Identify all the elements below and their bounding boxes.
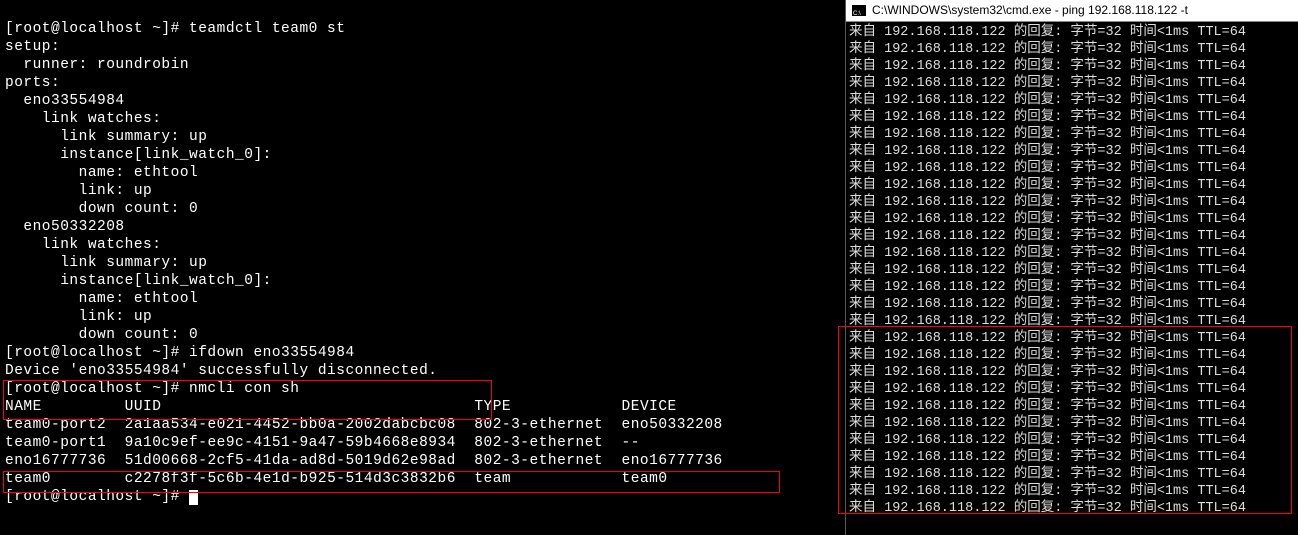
- windows-cmd-window[interactable]: C:\WINDOWS\system32\cmd.exe - ping 192.1…: [845, 0, 1298, 535]
- cell-uuid: 2a1aa534-e021-4452-bb0a-2002dabcbc08: [125, 417, 456, 433]
- cell-type: team: [474, 471, 511, 487]
- ping-reply-line: 来自 192.168.118.122 的回复: 字节=32 时间<1ms TTL…: [846, 41, 1298, 58]
- output-line: Device 'eno33554984' successfully discon…: [5, 363, 437, 379]
- ping-reply-line: 来自 192.168.118.122 的回复: 字节=32 时间<1ms TTL…: [846, 211, 1298, 228]
- table-header: NAME UUID TYPE DEVICE: [5, 399, 677, 415]
- ping-reply-line: 来自 192.168.118.122 的回复: 字节=32 时间<1ms TTL…: [846, 466, 1298, 483]
- cursor-icon: [189, 490, 198, 505]
- col-uuid: UUID: [125, 399, 162, 415]
- ping-reply-line: 来自 192.168.118.122 的回复: 字节=32 时间<1ms TTL…: [846, 24, 1298, 41]
- output-line: name: ethtool: [5, 165, 198, 181]
- ping-reply-line: 来自 192.168.118.122 的回复: 字节=32 时间<1ms TTL…: [846, 92, 1298, 109]
- output-line: eno50332208: [5, 219, 125, 235]
- cell-device: eno16777736: [622, 453, 723, 469]
- output-line: link summary: up: [5, 255, 207, 271]
- ping-reply-line: 来自 192.168.118.122 的回复: 字节=32 时间<1ms TTL…: [846, 398, 1298, 415]
- output-line: name: ethtool: [5, 291, 198, 307]
- cell-device: --: [622, 435, 640, 451]
- output-line: runner: roundrobin: [5, 57, 189, 73]
- output-line: eno33554984: [5, 93, 125, 109]
- cell-type: 802-3-ethernet: [474, 417, 603, 433]
- window-title: C:\WINDOWS\system32\cmd.exe - ping 192.1…: [872, 2, 1188, 19]
- ping-reply-line: 来自 192.168.118.122 的回复: 字节=32 时间<1ms TTL…: [846, 228, 1298, 245]
- output-line: link: up: [5, 309, 152, 325]
- prompt: [root@localhost ~]#: [5, 381, 189, 397]
- ping-reply-line: 来自 192.168.118.122 的回复: 字节=32 时间<1ms TTL…: [846, 330, 1298, 347]
- prompt: [root@localhost ~]#: [5, 21, 189, 37]
- output-line: ports:: [5, 75, 60, 91]
- ping-reply-line: 来自 192.168.118.122 的回复: 字节=32 时间<1ms TTL…: [846, 143, 1298, 160]
- cell-name: team0-port1: [5, 435, 106, 451]
- ping-reply-line: 来自 192.168.118.122 的回复: 字节=32 时间<1ms TTL…: [846, 279, 1298, 296]
- ping-reply-line: 来自 192.168.118.122 的回复: 字节=32 时间<1ms TTL…: [846, 75, 1298, 92]
- ping-reply-line: 来自 192.168.118.122 的回复: 字节=32 时间<1ms TTL…: [846, 432, 1298, 449]
- table-row: team0-port1 9a10c9ef-ee9c-4151-9a47-59b4…: [5, 435, 640, 451]
- prompt: [root@localhost ~]#: [5, 345, 189, 361]
- cell-name: eno16777736: [5, 453, 106, 469]
- ping-reply-line: 来自 192.168.118.122 的回复: 字节=32 时间<1ms TTL…: [846, 483, 1298, 500]
- ping-reply-line: 来自 192.168.118.122 的回复: 字节=32 时间<1ms TTL…: [846, 177, 1298, 194]
- ping-reply-line: 来自 192.168.118.122 的回复: 字节=32 时间<1ms TTL…: [846, 58, 1298, 75]
- col-name: NAME: [5, 399, 42, 415]
- cell-type: 802-3-ethernet: [474, 435, 603, 451]
- ping-reply-line: 来自 192.168.118.122 的回复: 字节=32 时间<1ms TTL…: [846, 296, 1298, 313]
- command: teamdctl team0 st: [189, 21, 345, 37]
- ping-reply-line: 来自 192.168.118.122 的回复: 字节=32 时间<1ms TTL…: [846, 364, 1298, 381]
- col-device: DEVICE: [622, 399, 677, 415]
- ping-reply-line: 来自 192.168.118.122 的回复: 字节=32 时间<1ms TTL…: [846, 160, 1298, 177]
- ping-reply-line: 来自 192.168.118.122 的回复: 字节=32 时间<1ms TTL…: [846, 415, 1298, 432]
- window-titlebar[interactable]: C:\WINDOWS\system32\cmd.exe - ping 192.1…: [846, 0, 1298, 22]
- command: nmcli con sh: [189, 381, 299, 397]
- linux-terminal[interactable]: [root@localhost ~]# teamdctl team0 st se…: [0, 0, 845, 535]
- output-line: setup:: [5, 39, 60, 55]
- output-line: instance[link_watch_0]:: [5, 273, 272, 289]
- ping-output: 来自 192.168.118.122 的回复: 字节=32 时间<1ms TTL…: [846, 22, 1298, 517]
- table-row: team0 c2278f3f-5c6b-4e1d-b925-514d3c3832…: [5, 471, 668, 487]
- cell-uuid: 9a10c9ef-ee9c-4151-9a47-59b4668e8934: [125, 435, 456, 451]
- output-line: down count: 0: [5, 201, 198, 217]
- cell-uuid: c2278f3f-5c6b-4e1d-b925-514d3c3832b6: [125, 471, 456, 487]
- ping-reply-line: 来自 192.168.118.122 的回复: 字节=32 时间<1ms TTL…: [846, 500, 1298, 517]
- cmd-icon: [852, 5, 866, 16]
- ping-reply-line: 来自 192.168.118.122 的回复: 字节=32 时间<1ms TTL…: [846, 449, 1298, 466]
- table-row: eno16777736 51d00668-2cf5-41da-ad8d-5019…: [5, 453, 723, 469]
- cell-name: team0-port2: [5, 417, 106, 433]
- output-line: instance[link_watch_0]:: [5, 147, 272, 163]
- prompt: [root@localhost ~]#: [5, 489, 189, 505]
- ping-reply-line: 来自 192.168.118.122 的回复: 字节=32 时间<1ms TTL…: [846, 126, 1298, 143]
- command: ifdown eno33554984: [189, 345, 355, 361]
- ping-reply-line: 来自 192.168.118.122 的回复: 字节=32 时间<1ms TTL…: [846, 262, 1298, 279]
- ping-reply-line: 来自 192.168.118.122 的回复: 字节=32 时间<1ms TTL…: [846, 194, 1298, 211]
- table-row: team0-port2 2a1aa534-e021-4452-bb0a-2002…: [5, 417, 723, 433]
- ping-reply-line: 来自 192.168.118.122 的回复: 字节=32 时间<1ms TTL…: [846, 109, 1298, 126]
- output-line: link watches:: [5, 237, 161, 253]
- ping-reply-line: 来自 192.168.118.122 的回复: 字节=32 时间<1ms TTL…: [846, 245, 1298, 262]
- cell-uuid: 51d00668-2cf5-41da-ad8d-5019d62e98ad: [125, 453, 456, 469]
- output-line: link: up: [5, 183, 152, 199]
- ping-reply-line: 来自 192.168.118.122 的回复: 字节=32 时间<1ms TTL…: [846, 347, 1298, 364]
- cell-device: eno50332208: [622, 417, 723, 433]
- output-line: down count: 0: [5, 327, 198, 343]
- col-type: TYPE: [474, 399, 511, 415]
- cell-type: 802-3-ethernet: [474, 453, 603, 469]
- ping-reply-line: 来自 192.168.118.122 的回复: 字节=32 时间<1ms TTL…: [846, 313, 1298, 330]
- output-line: link watches:: [5, 111, 161, 127]
- cell-device: team0: [622, 471, 668, 487]
- output-line: link summary: up: [5, 129, 207, 145]
- ping-reply-line: 来自 192.168.118.122 的回复: 字节=32 时间<1ms TTL…: [846, 381, 1298, 398]
- cell-name: team0: [5, 471, 51, 487]
